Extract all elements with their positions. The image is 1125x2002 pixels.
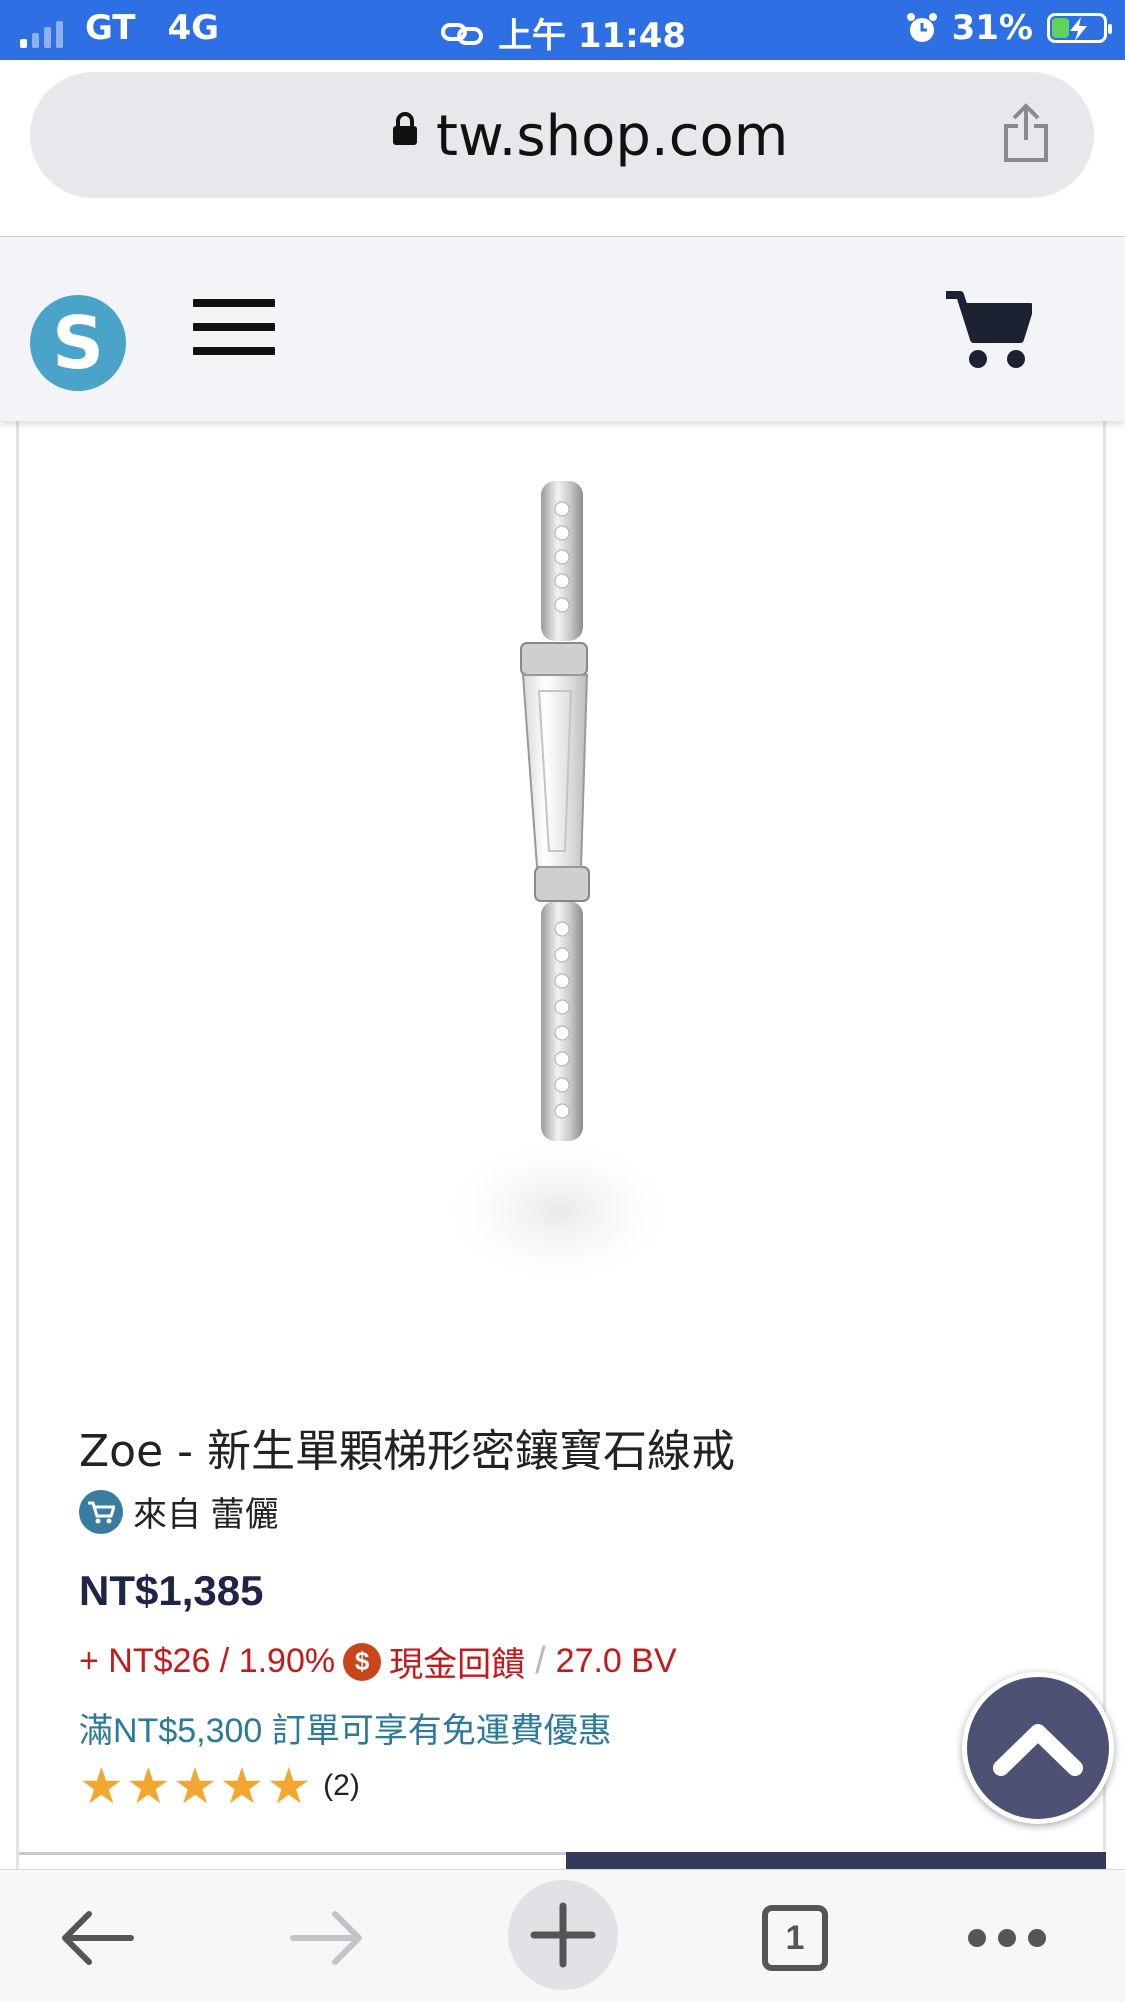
network-type: 4G — [167, 8, 220, 48]
new-tab-button[interactable] — [508, 1880, 618, 1990]
shop-logo[interactable]: S — [30, 295, 126, 391]
chevron-up-icon — [993, 1724, 1083, 1776]
star-icon: ★ — [79, 1758, 124, 1814]
cashback-label: 現金回饋 — [389, 1646, 526, 1684]
star-icon: ★ — [219, 1758, 265, 1814]
signal-strength-icon — [20, 18, 63, 48]
cashback-row: + NT$26 / 1.90% $ 現金回饋 / 27.0 BV — [79, 1637, 677, 1686]
address-bar[interactable]: tw.shop.com — [30, 72, 1094, 198]
site-header: S — [0, 237, 1125, 421]
product-card: Zoe - 新生單顆梯形密鑲寶石線戒 來自 蕾儷 NT$1,385 + NT$2… — [16, 421, 1106, 1881]
menu-icon[interactable] — [193, 299, 275, 355]
store-cart-icon — [79, 1489, 123, 1534]
clock: 上午 11:48 — [498, 16, 687, 56]
rating-count: (2) — [323, 1769, 360, 1802]
star-icon: ★ — [125, 1758, 171, 1814]
bv-value: 27.0 BV — [555, 1642, 677, 1680]
product-image[interactable] — [19, 421, 1103, 1381]
cashback-amount: + NT$26 / 1.90% — [79, 1642, 336, 1680]
free-shipping-note[interactable]: 滿NT$5,300 訂單可享有免運費優惠 — [79, 1703, 612, 1752]
tabs-button[interactable]: 1 — [740, 1888, 850, 1988]
alarm-icon — [906, 13, 937, 42]
action-bar-right[interactable] — [566, 1852, 1106, 1870]
battery-icon — [1047, 13, 1112, 43]
arrow-right-icon — [290, 1911, 362, 1965]
browser-toolbar: 1 — [0, 1869, 1125, 2002]
plus-icon — [530, 1902, 596, 1968]
carrier-name: GT — [85, 8, 136, 48]
product-title[interactable]: Zoe - 新生單顆梯形密鑲寶石線戒 — [79, 1415, 735, 1479]
link-icon — [441, 22, 483, 45]
seller-name: 來自 蕾儷 — [133, 1496, 279, 1534]
lock-icon — [393, 112, 417, 145]
star-icon: ★ — [172, 1758, 218, 1814]
url-domain[interactable]: tw.shop.com — [436, 104, 788, 169]
star-icon: ★ — [266, 1758, 312, 1814]
cart-icon[interactable] — [944, 287, 1032, 371]
product-price: NT$1,385 — [79, 1567, 264, 1614]
tabs-count: 1 — [762, 1905, 828, 1971]
back-button[interactable] — [42, 1888, 152, 1988]
forward-button[interactable] — [272, 1888, 382, 1988]
rating[interactable]: ★ ★ ★ ★ ★ (2) — [79, 1761, 360, 1811]
share-icon[interactable] — [1000, 102, 1052, 164]
dollar-icon: $ — [343, 1642, 382, 1681]
more-dots-icon — [968, 1929, 1046, 1947]
scroll-to-top-button[interactable] — [962, 1672, 1114, 1824]
arrow-left-icon — [62, 1911, 134, 1965]
browser-url-area: tw.shop.com — [0, 60, 1125, 237]
seller-info[interactable]: 來自 蕾儷 — [79, 1487, 278, 1536]
status-bar: GT 4G 上午 11:48 31% — [0, 0, 1125, 60]
separator-slash: / — [535, 1640, 546, 1682]
more-button[interactable] — [952, 1888, 1062, 1988]
battery-percent: 31% — [951, 8, 1033, 48]
